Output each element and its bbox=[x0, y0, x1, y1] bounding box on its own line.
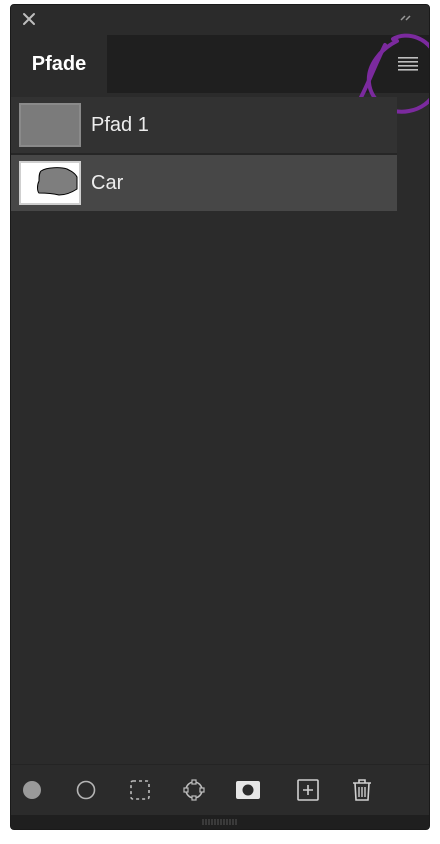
paths-panel: Pfade Pfad 1 Car bbox=[10, 4, 430, 830]
load-as-selection-icon[interactable] bbox=[127, 777, 153, 803]
stroke-path-icon[interactable] bbox=[73, 777, 99, 803]
tab-bar: Pfade bbox=[11, 33, 429, 114]
new-path-icon[interactable] bbox=[295, 777, 321, 803]
delete-path-icon[interactable] bbox=[349, 777, 375, 803]
panel-toolbar bbox=[11, 764, 429, 815]
path-row[interactable]: Pfad 1 bbox=[11, 97, 397, 153]
resize-handle[interactable] bbox=[11, 815, 429, 829]
tab-paths[interactable]: Pfade bbox=[11, 35, 107, 93]
fill-path-icon[interactable] bbox=[19, 777, 45, 803]
hamburger-menu-icon[interactable] bbox=[397, 55, 419, 71]
path-row[interactable]: Car bbox=[11, 155, 397, 211]
car-silhouette-icon bbox=[37, 167, 78, 196]
path-name: Car bbox=[91, 171, 124, 194]
paths-list: Pfad 1 Car bbox=[11, 97, 397, 211]
close-icon[interactable] bbox=[21, 11, 37, 27]
path-name: Pfad 1 bbox=[91, 113, 149, 136]
make-work-path-icon[interactable] bbox=[181, 777, 207, 803]
add-mask-icon[interactable] bbox=[235, 777, 261, 803]
grip-icon bbox=[202, 819, 237, 825]
path-thumbnail bbox=[19, 103, 81, 147]
panel-titlebar bbox=[11, 5, 429, 35]
path-thumbnail bbox=[19, 161, 81, 205]
tab-label: Pfade bbox=[31, 52, 87, 75]
double-chevron-icon[interactable] bbox=[399, 13, 415, 25]
